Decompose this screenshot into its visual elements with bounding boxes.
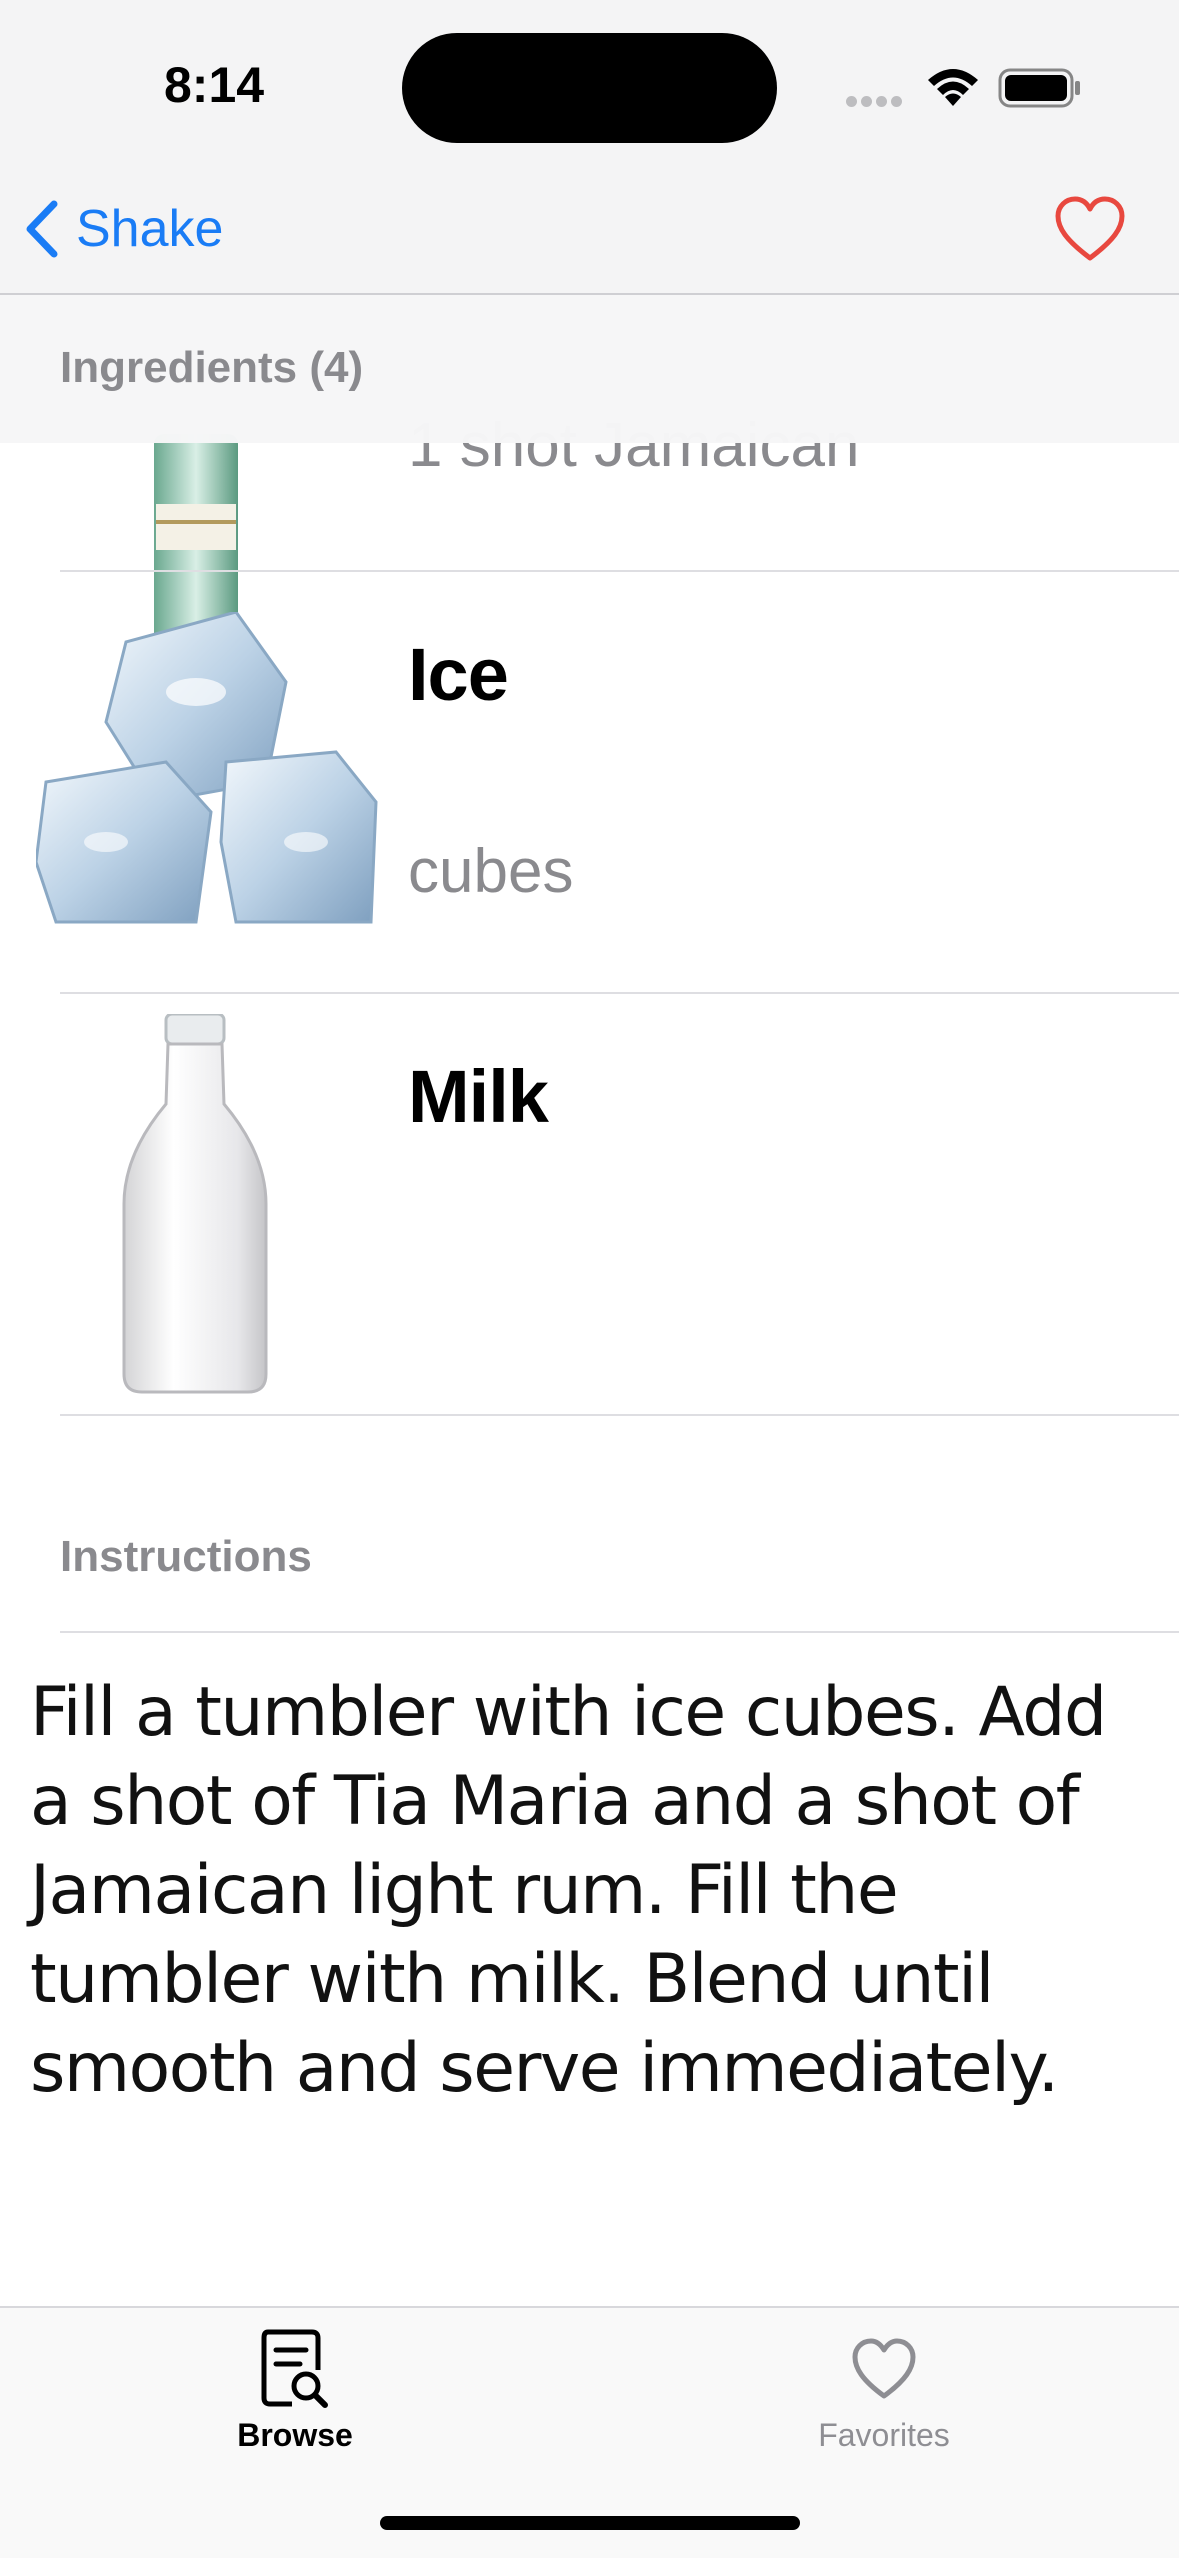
instructions-text: Fill a tumbler with ice cubes. Add a sho… [30,1673,1107,2108]
heart-outline-icon[interactable] [1054,196,1126,262]
ingredient-row[interactable]: Ice cubes [0,572,1179,992]
ingredients-section-header: Ingredients (4) [0,295,1179,443]
milk-bottle-image [122,1014,268,1394]
ingredients-header: Ingredients (4) [60,343,364,392]
ice-cubes-image [36,612,378,924]
ingredient-name: Milk [408,1055,549,1138]
heart-icon [852,2338,916,2399]
ingredient-measure: cubes [408,837,574,906]
tab-browse[interactable]: Browse [145,2328,445,2454]
tab-favorites[interactable]: Favorites [734,2328,1034,2454]
ingredient-name: Ice [408,633,509,716]
instructions-header: Instructions [60,1532,312,1581]
tab-favorites-label: Favorites [818,2417,950,2453]
home-indicator [380,2516,800,2530]
cellular-signal-icon [846,94,906,112]
back-button-label: Shake [76,200,224,258]
back-button[interactable]: Shake [24,194,223,264]
row-separator [60,1414,1179,1416]
chevron-left-icon [26,200,58,258]
battery-icon [998,68,1080,108]
document-search-icon [261,2329,328,2408]
wifi-icon [928,69,978,106]
ingredient-row[interactable]: Milk [0,994,1179,1414]
section-separator [60,1631,1179,1633]
dynamic-island [402,33,777,143]
tab-browse-label: Browse [237,2417,353,2453]
status-time: 8:14 [164,57,265,113]
